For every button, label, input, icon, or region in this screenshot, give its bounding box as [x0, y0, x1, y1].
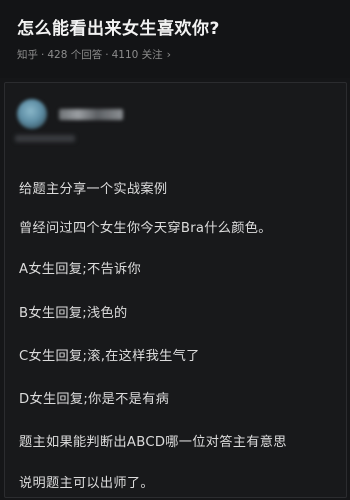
question-header: 怎么能看出来女生喜欢你? 知乎 · 428 个回答 · 4110 关注 ›: [0, 0, 350, 78]
follower-count: 4110 关注: [111, 49, 163, 61]
question-title[interactable]: 怎么能看出来女生喜欢你?: [17, 14, 220, 39]
meta-separator: ·: [41, 48, 45, 61]
author-row[interactable]: [17, 99, 123, 129]
answer-line: B女生回复;浅色的: [19, 306, 128, 321]
answer-line: 给题主分享一个实战案例: [19, 182, 168, 197]
answer-line: 题主如果能判断出ABCD哪一位对答主有意思: [19, 435, 287, 450]
source-label: 知乎: [17, 49, 38, 61]
answer-count: 428 个回答: [47, 49, 103, 61]
screenshot-page: 怎么能看出来女生喜欢你? 知乎 · 428 个回答 · 4110 关注 › 给题…: [0, 0, 350, 500]
chevron-right-icon: ›: [166, 48, 172, 61]
avatar[interactable]: [17, 99, 47, 129]
author-subtitle-blurred: [15, 135, 75, 142]
author-name-blurred[interactable]: [59, 108, 123, 120]
meta-separator: ·: [105, 48, 109, 61]
answer-line: 曾经问过四个女生你今天穿Bra什么颜色。: [19, 221, 272, 236]
answer-line: A女生回复;不告诉你: [19, 262, 141, 277]
answer-line: D女生回复;你是不是有病: [19, 392, 170, 407]
answer-line: 说明题主可以出师了。: [19, 476, 154, 491]
answer-card: 给题主分享一个实战案例 曾经问过四个女生你今天穿Bra什么颜色。 A女生回复;不…: [4, 82, 347, 498]
question-meta[interactable]: 知乎 · 428 个回答 · 4110 关注 ›: [17, 47, 171, 62]
answer-line: C女生回复;滚,在这样我生气了: [19, 349, 200, 364]
